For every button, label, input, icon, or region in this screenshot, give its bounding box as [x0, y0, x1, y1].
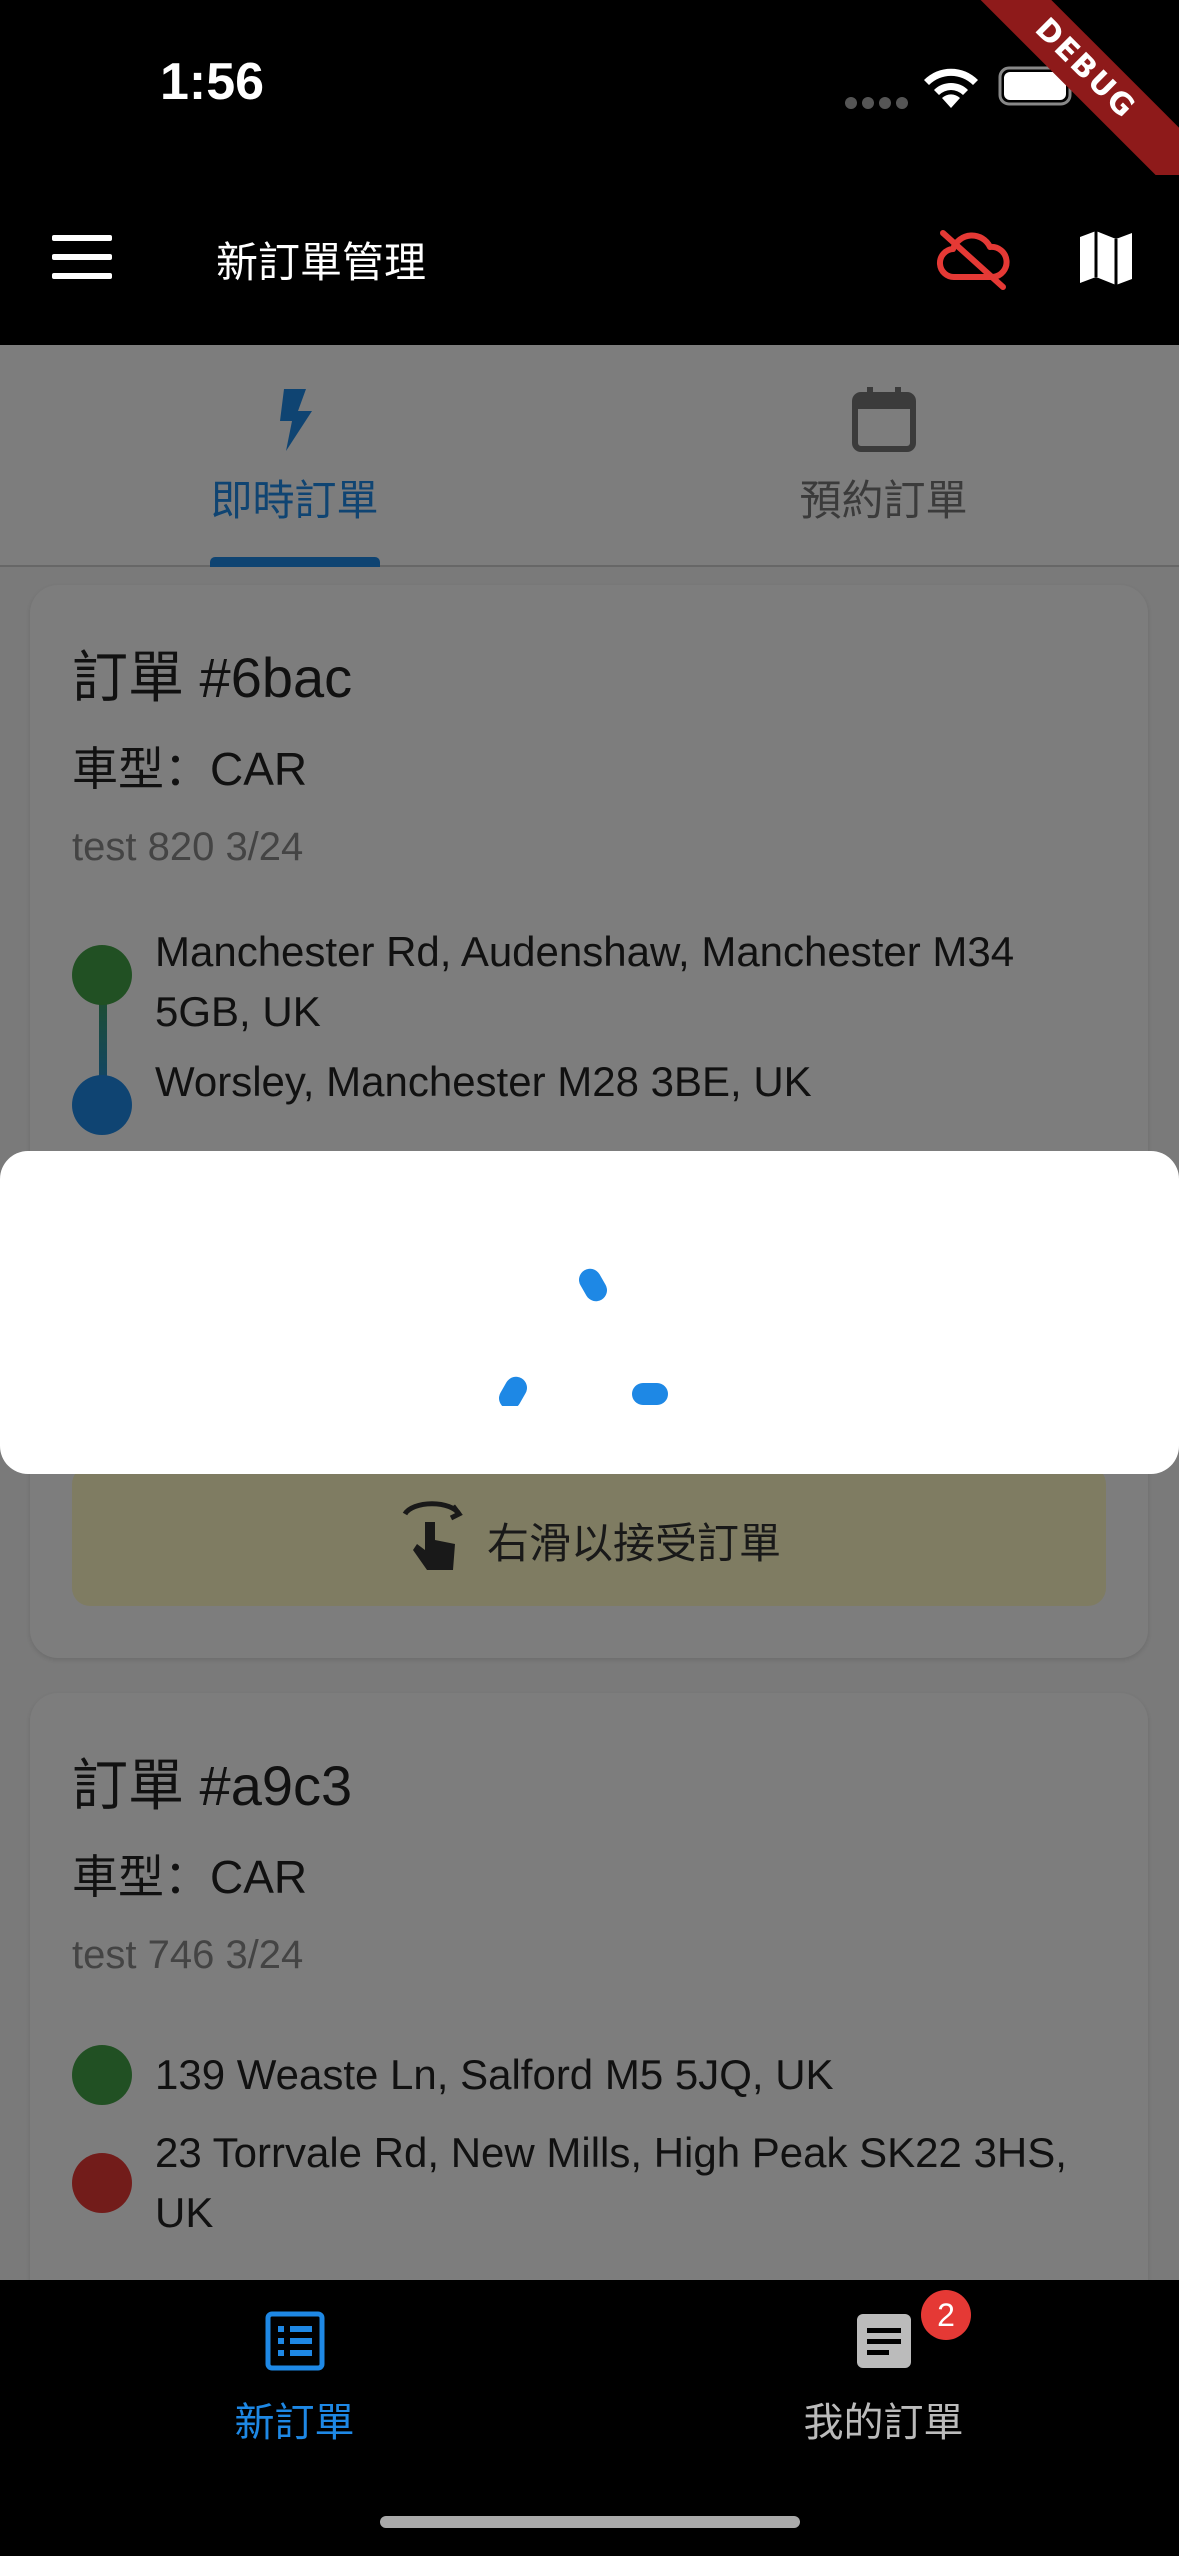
- loading-spinner-icon: [499, 1268, 668, 1406]
- map-icon[interactable]: [1076, 227, 1136, 289]
- loading-dialog: [0, 1151, 1179, 1474]
- nav-my-orders[interactable]: 2 我的訂單: [589, 2290, 1178, 2448]
- status-time: 1:56: [160, 53, 265, 111]
- app-bar: 新訂單管理: [0, 175, 1179, 345]
- nav-label: 新訂單: [234, 2400, 355, 2446]
- cloud-off-icon[interactable]: [935, 225, 1011, 291]
- list-icon: [265, 2311, 324, 2371]
- home-indicator[interactable]: [380, 2516, 800, 2528]
- cellular-signal-icon: [845, 94, 913, 113]
- menu-icon[interactable]: [52, 235, 112, 279]
- notification-badge: 2: [921, 2290, 971, 2340]
- bottom-navigation: 新訂單 2 我的訂單: [0, 2280, 1179, 2556]
- status-bar: 1:56 DEBUG: [0, 0, 1179, 200]
- page-title: 新訂單管理: [216, 238, 427, 287]
- document-icon: [856, 2314, 911, 2368]
- nav-new-orders[interactable]: 新訂單: [0, 2310, 589, 2448]
- wifi-icon: [924, 68, 978, 108]
- nav-label: 我的訂單: [803, 2400, 964, 2446]
